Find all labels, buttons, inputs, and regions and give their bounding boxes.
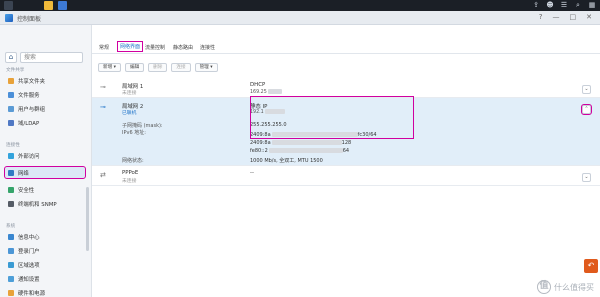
redaction [271,140,342,145]
terminal-icon [8,200,14,207]
network-status-value: 1000 Mb/s, 全双工, MTU 1500 [250,158,323,164]
interface-ip: 169.25 [250,89,282,95]
info-icon [8,233,14,240]
sidebar-item-shared-folder[interactable]: 共享文件夹 [5,75,85,86]
nav-section-system: 系统 [6,224,16,229]
widgets-icon[interactable]: ▦ [588,1,596,9]
sidebar: ⌂ 搜索 文件共享 共享文件夹 文件服务 用户与群组 域/LDAP 连接性 外部… [0,25,92,297]
edit-button[interactable]: 编辑 [124,63,145,72]
help-icon[interactable]: ? [539,13,543,22]
sidebar-item-info-center[interactable]: 信息中心 [5,231,85,242]
redaction [268,148,343,153]
sidebar-item-domain-ldap[interactable]: 域/LDAP [5,117,85,128]
maximize-icon[interactable]: □ [570,13,577,22]
hardware-icon [8,289,14,296]
interface-status: 未连接 [122,91,137,96]
domain-icon [8,119,14,126]
minimize-icon[interactable]: — [553,13,560,22]
interface-name: PPPoE [122,170,139,176]
file-services-icon [8,91,14,98]
ipv6-label: IPv6 地址: [122,130,146,136]
interface-status: 已联机 [122,111,137,116]
shield-icon [8,186,14,193]
options-icon[interactable]: ☰ [560,1,568,9]
interface-row-lan1[interactable]: ⊸ 局域网 1 未连接 DHCP 169.25 ⌄ [92,78,600,98]
sidebar-item-security[interactable]: 安全性 [5,184,85,195]
interface-status: 未连接 [122,179,137,184]
sidebar-item-login-portal[interactable]: 登录门户 [5,245,85,256]
collapse-chevron-up-icon[interactable]: ⌃ [581,104,592,115]
interface-row-pppoe[interactable]: ⇄ PPPoE 未连接 -- ⌄ [92,166,600,186]
network-status-label: 网络状态: [122,158,144,164]
taskbar: ⇪ ☻ ☰ ⌕ ▦ [0,0,600,11]
window-titlebar: 控制面板 ? — □ ✕ [0,11,600,25]
sidebar-item-users-groups[interactable]: 用户与群组 [5,103,85,114]
tab-static-route[interactable]: 静态路由 [173,44,193,51]
sidebar-scrollbar[interactable] [86,187,89,251]
sidebar-item-file-services[interactable]: 文件服务 [5,89,85,100]
users-icon [8,105,14,112]
lan-connected-icon: ⊸ [100,103,106,111]
tab-bar: 常规 网络界面 流量控制 静态路由 连接性 [92,41,600,54]
delete-button[interactable]: 删除 [148,63,168,72]
connect-button[interactable]: 连接 [171,63,191,72]
expand-chevron-down-icon[interactable]: ⌄ [582,85,591,94]
control-panel-icon [5,14,13,22]
interface-mode: -- [250,170,254,176]
watermark-logo: 值 [537,280,551,294]
main-panel: 常规 网络界面 流量控制 静态路由 连接性 新增 ▾ 编辑 删除 连接 管理 ▾… [92,25,600,297]
ipv6-address-3: fe80::2 64 [250,148,350,154]
watermark: 值 什么值得买 [537,280,594,294]
portal-icon [8,247,14,254]
upload-icon[interactable]: ⇪ [532,1,540,9]
redaction [267,89,282,94]
search-input[interactable]: 搜索 [20,52,83,63]
control-panel-window: 控制面板 ? — □ ✕ ⌂ 搜索 文件共享 共享文件夹 文件服务 用户与群组 … [0,11,600,297]
collapse-panel-icon[interactable]: ↶ [584,259,598,273]
sidebar-item-network[interactable]: 网络 [4,166,86,179]
folder-icon[interactable] [44,1,53,10]
close-icon[interactable]: ✕ [586,13,592,22]
sidebar-item-notifications[interactable]: 通知设置 [5,273,85,284]
network-icon [8,169,14,176]
sidebar-item-hardware-power[interactable]: 硬件和电源 [5,287,85,297]
search-icon[interactable]: ⌕ [574,1,582,9]
ipv6-address-2: 2409:8a 128 [250,140,352,146]
sidebar-item-external-access[interactable]: 外部访问 [5,150,85,161]
subnet-label: 子网掩码 (mask): [122,123,163,129]
window-title: 控制面板 [17,16,42,23]
nav-section-file-sharing: 文件共享 [6,68,25,73]
sidebar-item-regional-options[interactable]: 区域选项 [5,259,85,270]
manage-button[interactable]: 管理 ▾ [194,63,218,72]
ipv6-highlight-box [250,96,414,139]
grid-icon[interactable] [4,1,13,10]
nav-section-connectivity: 连接性 [6,143,20,148]
toolbar: 新增 ▾ 编辑 删除 连接 管理 ▾ [98,63,218,72]
add-button[interactable]: 新增 ▾ [98,63,121,72]
regional-icon [8,261,14,268]
tab-general[interactable]: 常规 [99,44,109,51]
shared-folder-icon [8,77,14,84]
tab-traffic-control[interactable]: 流量控制 [145,44,165,51]
notification-icon [8,275,14,282]
sidebar-item-terminal-snmp[interactable]: 终端机和 SNMP [5,198,85,209]
expand-chevron-down-icon[interactable]: ⌄ [582,173,591,182]
tab-network-interface[interactable]: 网络界面 [116,41,144,52]
lan-icon: ⊸ [100,83,106,91]
home-icon[interactable]: ⌂ [5,52,17,63]
watermark-text: 什么值得买 [554,282,594,292]
tab-connectivity[interactable]: 连接性 [200,44,215,51]
external-access-icon [8,152,14,159]
pppoe-icon: ⇄ [100,171,106,179]
control-panel-icon[interactable] [58,1,67,10]
user-icon[interactable]: ☻ [546,1,554,9]
interface-mode: DHCP [250,82,266,88]
